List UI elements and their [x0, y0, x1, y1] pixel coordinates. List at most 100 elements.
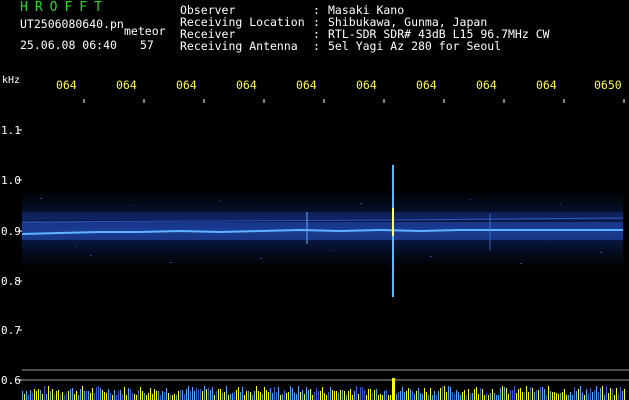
- level-bar: [526, 386, 527, 400]
- level-bar: [86, 391, 87, 400]
- level-bar: [332, 390, 333, 400]
- level-bar: [312, 395, 313, 400]
- level-bar: [364, 390, 365, 400]
- level-bar: [118, 391, 119, 400]
- level-bar: [88, 391, 89, 400]
- level-bar: [360, 387, 361, 400]
- level-bar: [198, 390, 199, 400]
- level-bar: [384, 391, 385, 400]
- level-bar: [478, 394, 479, 400]
- level-bar: [208, 388, 209, 400]
- level-bar: [174, 394, 175, 400]
- level-bar: [262, 394, 263, 400]
- level-bar: [92, 388, 93, 400]
- level-bar: [166, 388, 167, 400]
- level-bar: [336, 391, 337, 400]
- level-bar: [228, 395, 229, 400]
- level-bar: [302, 390, 303, 400]
- level-bar: [216, 391, 217, 400]
- level-bar: [586, 389, 587, 400]
- level-bar: [46, 394, 47, 400]
- level-bar: [284, 390, 285, 400]
- level-bar: [598, 392, 599, 400]
- level-bar: [98, 386, 99, 400]
- level-bar: [90, 393, 91, 400]
- level-bar: [556, 393, 557, 400]
- level-bar: [380, 394, 381, 400]
- level-bar: [158, 391, 159, 400]
- level-bar: [298, 386, 299, 400]
- level-bar: [222, 393, 223, 400]
- level-bar: [406, 391, 407, 400]
- level-bar: [234, 392, 235, 400]
- level-bar: [466, 395, 467, 400]
- level-bar: [248, 391, 249, 400]
- level-bar: [448, 386, 449, 400]
- level-bar: [288, 392, 289, 400]
- level-bar: [334, 391, 335, 400]
- level-bar: [440, 388, 441, 400]
- level-bar: [120, 390, 121, 400]
- level-bar: [386, 390, 387, 400]
- level-bar: [148, 393, 149, 400]
- level-bar: [192, 387, 193, 400]
- level-bar: [322, 387, 323, 400]
- level-bar: [282, 394, 283, 400]
- level-bar: [72, 388, 73, 400]
- level-bar: [74, 394, 75, 400]
- level-bar: [242, 387, 243, 400]
- level-bar: [372, 393, 373, 400]
- level-bar: [474, 389, 475, 400]
- level-bar: [430, 388, 431, 400]
- level-bar: [388, 395, 389, 400]
- level-bar: [438, 391, 439, 400]
- level-bar: [530, 387, 531, 400]
- level-bar: [592, 392, 593, 400]
- level-bar: [622, 391, 623, 400]
- level-bar: [370, 389, 371, 400]
- level-bar: [304, 394, 305, 400]
- level-bar: [536, 390, 537, 400]
- level-bar: [362, 387, 363, 400]
- level-bar: [310, 389, 311, 400]
- level-bar: [470, 393, 471, 400]
- level-bar: [256, 386, 257, 400]
- level-bar: [316, 388, 317, 400]
- level-bar: [590, 388, 591, 400]
- level-bar: [456, 390, 457, 400]
- level-bar: [402, 387, 403, 400]
- level-bar: [110, 393, 111, 400]
- level-bar: [504, 387, 505, 400]
- level-bar: [534, 392, 535, 400]
- level-bar: [500, 388, 501, 400]
- level-bar: [132, 393, 133, 400]
- level-bar: [38, 389, 39, 400]
- level-bar: [460, 395, 461, 400]
- level-bar: [564, 389, 565, 400]
- level-bar: [80, 389, 81, 400]
- level-bar: [230, 394, 231, 400]
- level-bar: [580, 386, 581, 400]
- level-bar: [374, 390, 375, 400]
- level-bar: [480, 388, 481, 400]
- level-bar: [182, 390, 183, 400]
- level-bar: [482, 389, 483, 400]
- level-bar: [352, 395, 353, 400]
- level-bar: [508, 394, 509, 400]
- level-bar: [602, 386, 603, 400]
- level-bar: [412, 391, 413, 400]
- level-bar: [60, 394, 61, 400]
- level-bar: [548, 386, 549, 400]
- level-bar: [532, 388, 533, 400]
- level-bar: [108, 389, 109, 400]
- level-bar: [490, 393, 491, 400]
- level-bar: [62, 392, 63, 400]
- level-bar: [306, 387, 307, 400]
- level-bar: [140, 387, 141, 400]
- level-bar: [520, 388, 521, 400]
- level-bar: [42, 394, 43, 400]
- level-bar: [330, 387, 331, 400]
- level-bar: [50, 391, 51, 400]
- level-bar: [212, 387, 213, 400]
- level-bar: [162, 391, 163, 400]
